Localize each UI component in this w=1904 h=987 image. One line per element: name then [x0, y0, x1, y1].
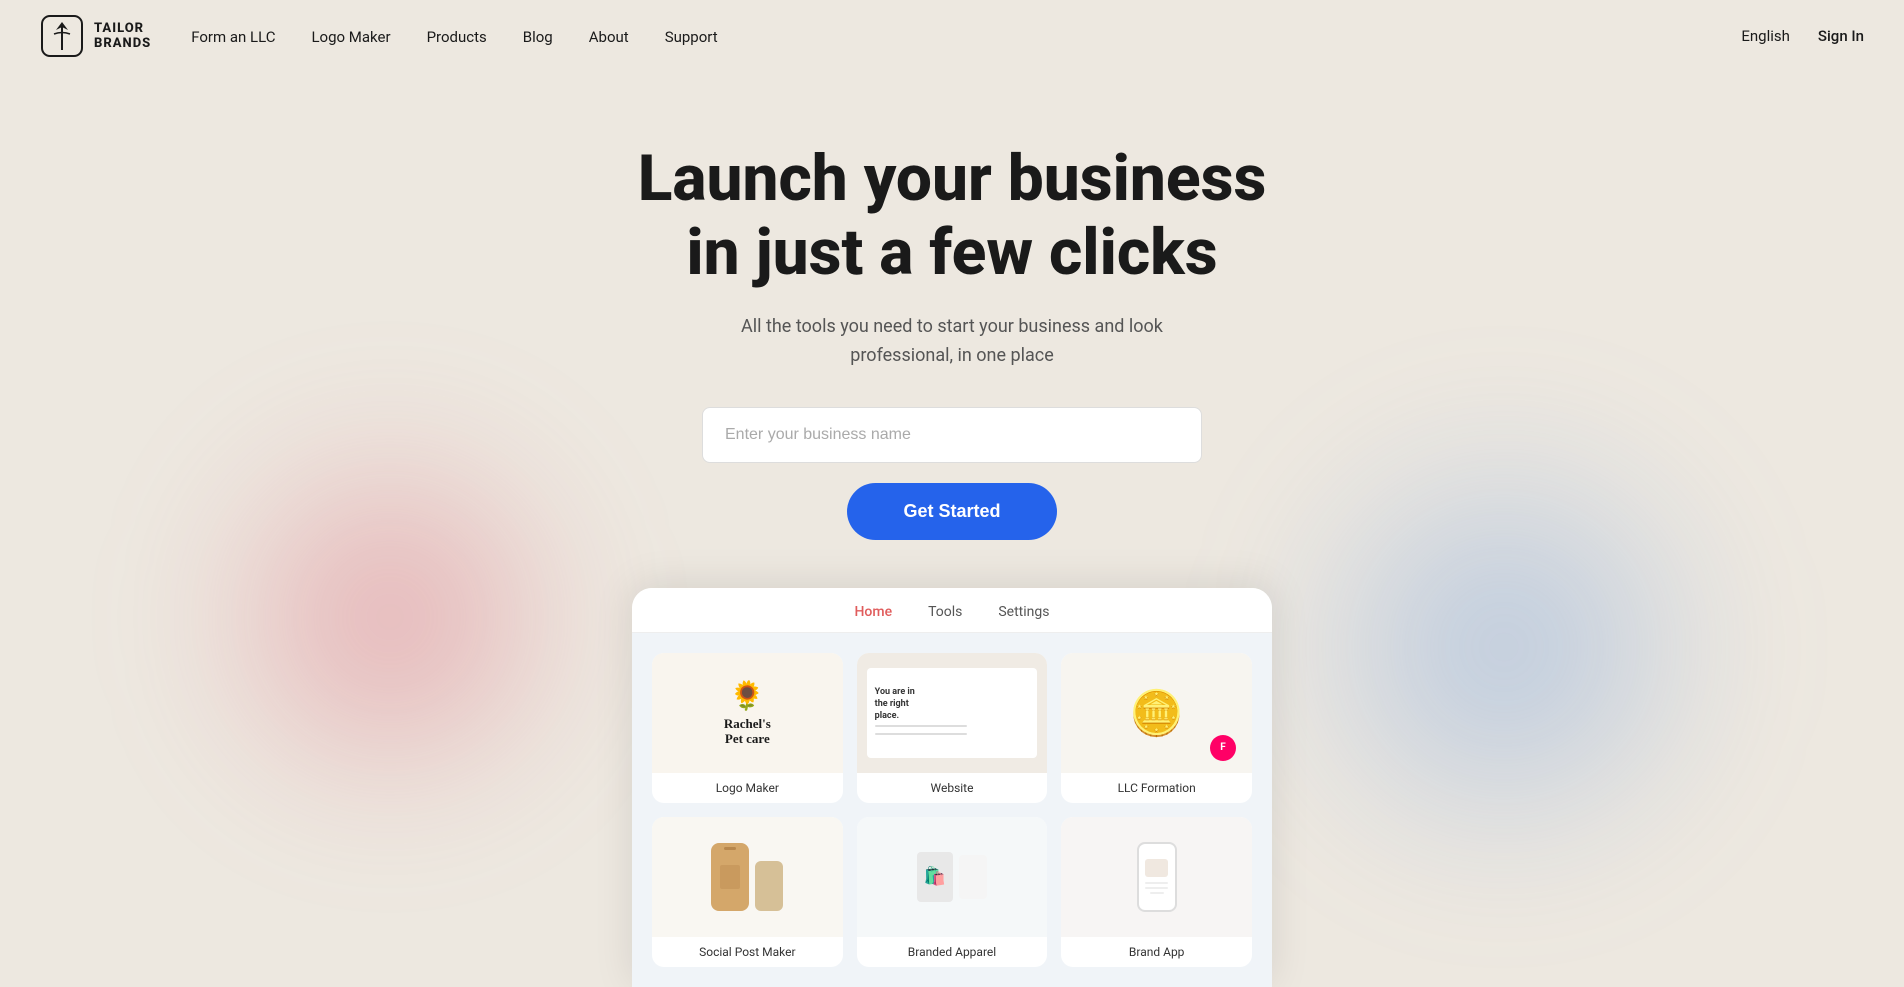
website-mock-line1 [875, 725, 968, 727]
card-website-img: You are inthe rightplace. [857, 653, 1048, 773]
card-logo-img: 🌻 Rachel'sPet care [652, 653, 843, 773]
navbar: TAILOR BRANDS Form an LLC Logo Maker Pro… [0, 0, 1904, 72]
nav-support[interactable]: Support [665, 28, 718, 46]
hero-subtitle: All the tools you need to start your bus… [732, 313, 1172, 371]
website-mock: You are inthe rightplace. [867, 668, 1038, 758]
get-started-button[interactable]: Get Started [847, 483, 1056, 540]
navbar-left: TAILOR BRANDS Form an LLC Logo Maker Pro… [40, 14, 718, 58]
phone-shape [711, 843, 749, 911]
logo-card-text: Rachel'sPet care [724, 716, 771, 747]
nav-logo-maker[interactable]: Logo Maker [311, 28, 390, 46]
nav-form-llc[interactable]: Form an LLC [191, 28, 275, 46]
tab-tools[interactable]: Tools [928, 604, 962, 620]
business-name-input[interactable] [702, 407, 1202, 463]
blob-pink [180, 407, 600, 827]
card-branded-label: Branded Apparel [908, 937, 996, 967]
cup-item [959, 855, 987, 899]
stamp-icon: 🪙 [1129, 687, 1184, 739]
nav-about[interactable]: About [589, 28, 629, 46]
hero-title: Launch your business in just a few click… [638, 142, 1267, 289]
logo-icon [40, 14, 84, 58]
website-mock-text: You are inthe rightplace. [875, 687, 915, 722]
logo[interactable]: TAILOR BRANDS [40, 14, 151, 58]
nav-blog[interactable]: Blog [523, 28, 553, 46]
card-app-img [1061, 817, 1252, 937]
card-social: Social Post Maker [652, 817, 843, 967]
mobile-line1 [1145, 882, 1167, 884]
mobile-preview [1137, 842, 1177, 912]
sign-in-button[interactable]: Sign In [1818, 27, 1864, 45]
dashboard-preview: Home Tools Settings 🌻 Rachel'sPet care L… [632, 588, 1272, 987]
apparel-items: 🛍️ [917, 852, 987, 902]
business-name-input-wrap [702, 407, 1202, 463]
card-website: You are inthe rightplace. Website [857, 653, 1048, 803]
bag-item: 🛍️ [917, 852, 953, 902]
card-branded-img: 🛍️ [857, 817, 1048, 937]
bag-icon: 🛍️ [924, 866, 946, 887]
phone-bg [755, 861, 783, 911]
language-selector[interactable]: English [1741, 27, 1790, 45]
website-mock-line2 [875, 733, 968, 735]
navbar-right: English Sign In [1741, 27, 1864, 45]
card-website-label: Website [931, 773, 974, 803]
nav-links: Form an LLC Logo Maker Products Blog Abo… [191, 27, 717, 46]
phone-screen-icon [719, 861, 741, 893]
mobile-line3 [1150, 892, 1164, 894]
logo-text: TAILOR BRANDS [94, 21, 151, 51]
llc-badge: F [1210, 735, 1236, 761]
card-llc: 🪙 F LLC Formation [1061, 653, 1252, 803]
card-app: Brand App [1061, 817, 1252, 967]
card-llc-img: 🪙 F [1061, 653, 1252, 773]
card-social-label: Social Post Maker [699, 937, 795, 967]
card-branded: 🛍️ Branded Apparel [857, 817, 1048, 967]
dashboard-grid: 🌻 Rachel'sPet care Logo Maker You are in… [632, 633, 1272, 987]
card-logo-maker: 🌻 Rachel'sPet care Logo Maker [652, 653, 843, 803]
mobile-line2 [1145, 887, 1167, 889]
tab-home[interactable]: Home [855, 604, 893, 620]
blob-blue [1264, 407, 1744, 887]
card-llc-label: LLC Formation [1118, 773, 1196, 803]
card-social-img [652, 817, 843, 937]
card-app-label: Brand App [1129, 937, 1185, 967]
mobile-preview-img [1145, 859, 1167, 877]
sunflower-icon: 🌻 [730, 679, 765, 712]
phone-icon-wrap [652, 817, 843, 937]
hero-section: Launch your business in just a few click… [0, 72, 1904, 987]
dashboard-tabs: Home Tools Settings [632, 588, 1272, 633]
nav-products[interactable]: Products [427, 28, 487, 46]
tab-settings[interactable]: Settings [998, 604, 1049, 620]
card-logo-label: Logo Maker [716, 773, 779, 803]
